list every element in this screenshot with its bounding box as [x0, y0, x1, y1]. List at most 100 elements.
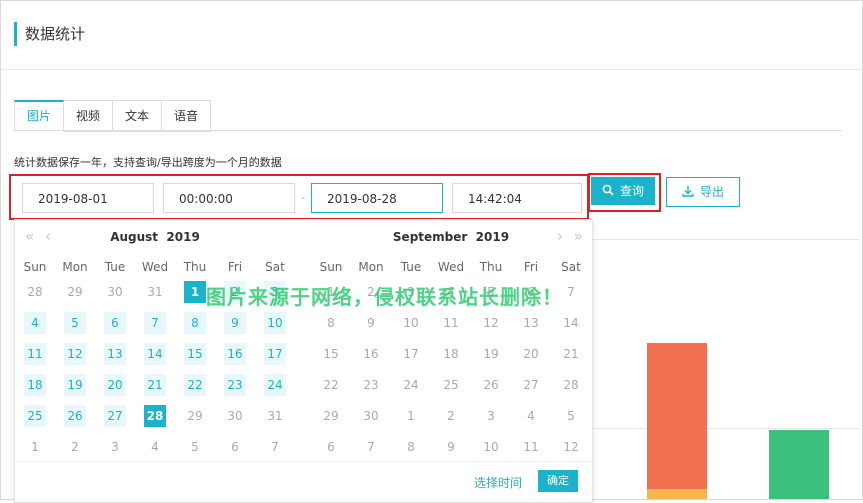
day-cell[interactable]: 27	[95, 400, 135, 431]
day-cell[interactable]: 7	[135, 307, 175, 338]
day-cell[interactable]: 11	[511, 431, 551, 462]
day-cell[interactable]: 29	[55, 276, 95, 307]
day-cell[interactable]: 12	[471, 307, 511, 338]
day-cell[interactable]: 6	[311, 431, 351, 462]
day-number: 30	[227, 408, 243, 423]
day-cell[interactable]: 16	[215, 338, 255, 369]
day-cell[interactable]: 5	[55, 307, 95, 338]
day-cell[interactable]: 29	[175, 400, 215, 431]
day-cell[interactable]: 8	[391, 431, 431, 462]
select-time-link[interactable]: 选择时间	[474, 474, 522, 491]
day-cell[interactable]: 8	[175, 307, 215, 338]
day-cell[interactable]: 19	[471, 338, 511, 369]
day-cell[interactable]: 28	[551, 369, 591, 400]
day-cell[interactable]: 30	[215, 400, 255, 431]
day-cell[interactable]: 3	[95, 431, 135, 462]
day-cell[interactable]: 5	[175, 431, 215, 462]
day-cell[interactable]: 16	[351, 338, 391, 369]
day-cell[interactable]: 24	[391, 369, 431, 400]
day-number: 29	[323, 408, 339, 423]
day-cell[interactable]: 27	[511, 369, 551, 400]
day-cell[interactable]: 2	[431, 400, 471, 431]
day-cell[interactable]: 10	[391, 307, 431, 338]
day-cell[interactable]: 12	[55, 338, 95, 369]
day-number: 23	[224, 373, 246, 396]
day-cell[interactable]: 20	[511, 338, 551, 369]
day-cell[interactable]: 28	[15, 276, 55, 307]
day-cell[interactable]: 15	[311, 338, 351, 369]
confirm-button[interactable]: 确定	[538, 470, 578, 492]
day-cell[interactable]: 9	[351, 307, 391, 338]
day-cell[interactable]: 30	[351, 400, 391, 431]
day-cell[interactable]: 4	[135, 431, 175, 462]
day-cell[interactable]: 15	[175, 338, 215, 369]
tab-video[interactable]: 视频	[64, 100, 114, 132]
end-date-input[interactable]: 2019-08-28	[311, 183, 443, 213]
date-range-picker: « ‹ August 2019 Sun Mon Tue Wed Thu Fri Sat 28…	[14, 219, 593, 503]
day-cell[interactable]: 9	[215, 307, 255, 338]
day-cell[interactable]: 4	[15, 307, 55, 338]
day-cell[interactable]: 14	[551, 307, 591, 338]
day-cell[interactable]: 11	[431, 307, 471, 338]
day-cell[interactable]: 7	[255, 431, 295, 462]
day-cell[interactable]: 2	[55, 431, 95, 462]
day-cell[interactable]: 22	[175, 369, 215, 400]
day-cell[interactable]: 31	[135, 276, 175, 307]
day-cell[interactable]: 7	[351, 431, 391, 462]
day-cell[interactable]: 8	[311, 307, 351, 338]
start-time-input[interactable]: 00:00:00	[163, 183, 295, 213]
day-cell[interactable]: 24	[255, 369, 295, 400]
weekday-label: Fri	[523, 260, 539, 274]
day-cell[interactable]: 13	[511, 307, 551, 338]
day-cell[interactable]: 13	[95, 338, 135, 369]
day-cell[interactable]: 18	[431, 338, 471, 369]
day-cell[interactable]: 21	[135, 369, 175, 400]
day-number: 30	[107, 284, 123, 299]
day-number: 1	[184, 280, 206, 303]
day-cell[interactable]: 22	[311, 369, 351, 400]
day-cell[interactable]: 25	[431, 369, 471, 400]
day-cell[interactable]: 9	[431, 431, 471, 462]
day-number: 6	[231, 439, 239, 454]
day-cell[interactable]: 6	[215, 431, 255, 462]
day-cell[interactable]: 31	[255, 400, 295, 431]
query-button[interactable]: 查询	[591, 177, 655, 205]
day-cell[interactable]: 5	[551, 400, 591, 431]
tab-audio[interactable]: 语音	[162, 100, 212, 132]
day-cell[interactable]: 1	[15, 431, 55, 462]
day-number: 29	[67, 284, 83, 299]
tab-image[interactable]: 图片	[14, 100, 65, 132]
day-number: 15	[323, 346, 339, 361]
day-cell[interactable]: 12	[551, 431, 591, 462]
day-cell[interactable]: 28	[135, 400, 175, 431]
day-cell[interactable]: 18	[15, 369, 55, 400]
day-cell[interactable]: 10	[255, 307, 295, 338]
day-cell[interactable]: 17	[255, 338, 295, 369]
day-cell[interactable]: 11	[15, 338, 55, 369]
day-cell[interactable]: 14	[135, 338, 175, 369]
day-cell[interactable]: 29	[311, 400, 351, 431]
day-cell[interactable]: 4	[511, 400, 551, 431]
weekday-label: Sun	[319, 260, 343, 274]
day-number: 19	[483, 346, 499, 361]
day-cell[interactable]: 20	[95, 369, 135, 400]
end-time-input[interactable]: 14:42:04	[452, 183, 582, 213]
day-number: 28	[563, 377, 579, 392]
day-cell[interactable]: 3	[471, 400, 511, 431]
day-cell[interactable]: 1	[391, 400, 431, 431]
day-cell[interactable]: 30	[95, 276, 135, 307]
day-cell[interactable]: 19	[55, 369, 95, 400]
tab-text[interactable]: 文本	[113, 100, 163, 132]
day-cell[interactable]: 23	[351, 369, 391, 400]
retention-hint: 统计数据保存一年，支持查询/导出跨度为一个月的数据	[14, 156, 282, 169]
day-cell[interactable]: 17	[391, 338, 431, 369]
day-cell[interactable]: 10	[471, 431, 511, 462]
export-button[interactable]: 导出	[666, 177, 740, 207]
day-cell[interactable]: 25	[15, 400, 55, 431]
day-cell[interactable]: 26	[471, 369, 511, 400]
day-cell[interactable]: 26	[55, 400, 95, 431]
day-cell[interactable]: 23	[215, 369, 255, 400]
day-cell[interactable]: 6	[95, 307, 135, 338]
start-date-input[interactable]: 2019-08-01	[22, 183, 154, 213]
day-cell[interactable]: 21	[551, 338, 591, 369]
